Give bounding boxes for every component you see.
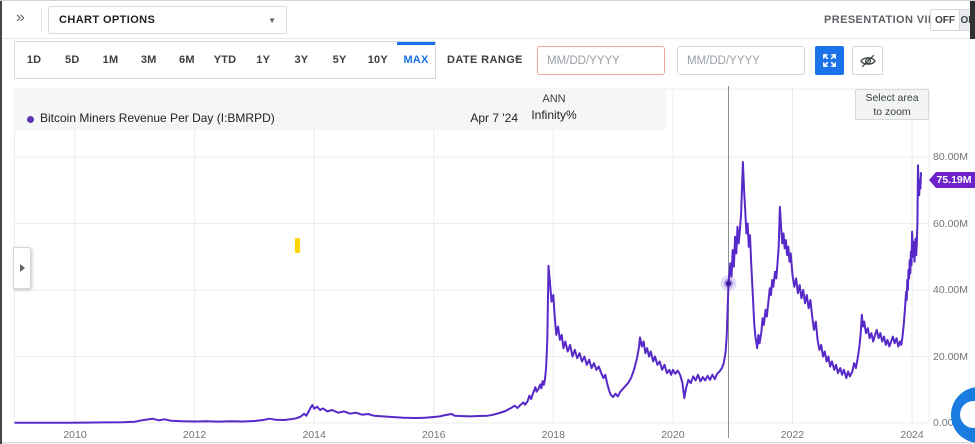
x-axis-label: 2010 [58, 429, 92, 441]
x-axis-label: 2024 [895, 429, 929, 441]
x-axis-label: 2016 [417, 429, 451, 441]
series-color-dot [27, 116, 34, 123]
select-area-to-zoom-button[interactable]: Select area to zoom [855, 89, 929, 120]
ann-column-header: ANN [519, 93, 589, 105]
charting-app-window: » CHART OPTIONS ▼ PRESENTATION VIEW OFF … [0, 0, 975, 444]
x-axis-label: 2022 [775, 429, 809, 441]
ann-column-value: Infinity% [519, 108, 589, 122]
x-axis-label: 2012 [178, 429, 212, 441]
chart-canvas[interactable] [0, 1, 975, 444]
legend-date: Apr 7 '24 [418, 111, 518, 125]
x-axis-label: 2020 [656, 429, 690, 441]
window-right-edge [970, 1, 975, 39]
x-axis-label: 2014 [297, 429, 331, 441]
chart-legend: Bitcoin Miners Revenue Per Day (I:BMRPD)… [14, 89, 666, 130]
x-axis-label: 2018 [536, 429, 570, 441]
zoom-hint-line2: to zoom [873, 106, 910, 118]
chevron-right-icon [20, 264, 25, 272]
series-line [15, 162, 921, 423]
collapsed-panel-handle[interactable] [13, 247, 31, 289]
chat-fab-icon [960, 401, 975, 428]
event-marker [295, 238, 300, 253]
y-axis-label: 20.00M [933, 351, 968, 363]
window-left-edge [0, 1, 2, 444]
y-axis-label: 40.00M [933, 284, 968, 296]
series-name[interactable]: Bitcoin Miners Revenue Per Day (I:BMRPD) [40, 111, 275, 125]
y-axis-label: 80.00M [933, 151, 968, 163]
zoom-hint-line1: Select area [865, 92, 918, 104]
last-price-badge: 75.19M [929, 172, 975, 188]
legend-ann-column: ANN Infinity% [519, 89, 589, 130]
y-axis-label: 60.00M [933, 218, 968, 230]
hover-point [726, 281, 732, 287]
